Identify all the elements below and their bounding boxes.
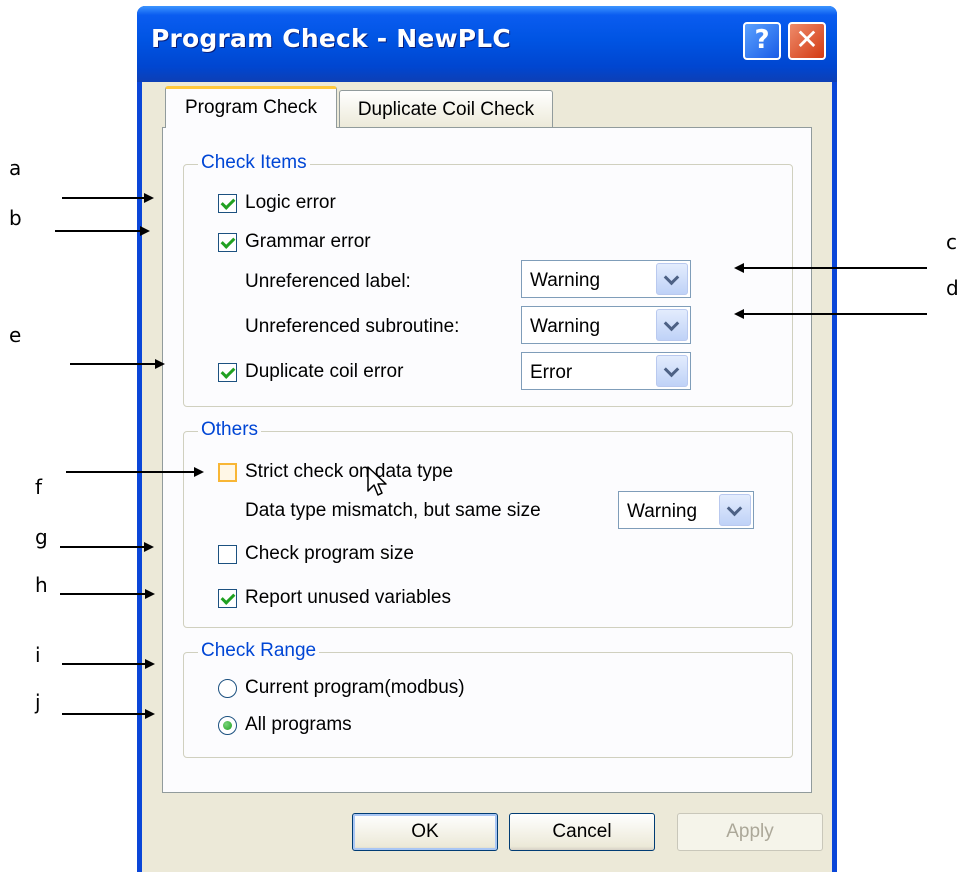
- annotation-letter-f: f: [35, 475, 43, 499]
- cancel-button[interactable]: Cancel: [509, 813, 655, 851]
- group-others: Others Strict check on data type Data ty…: [183, 419, 793, 628]
- duplicate-coil-error-select[interactable]: Error: [521, 352, 691, 390]
- annotation-arrow-g: [60, 546, 144, 548]
- current-program-radio[interactable]: [218, 679, 237, 698]
- annotation-letter-h: h: [35, 573, 48, 597]
- annotation-arrowhead-j: [145, 709, 155, 719]
- annotation-arrowhead-h: [145, 589, 155, 599]
- check-program-size-label: Check program size: [245, 543, 414, 564]
- annotation-letter-i: i: [35, 643, 41, 667]
- annotation-arrow-b: [55, 230, 140, 232]
- unreferenced-label-label: Unreferenced label:: [245, 271, 411, 292]
- data-type-mismatch-select[interactable]: Warning: [618, 491, 754, 529]
- annotation-arrowhead-i: [145, 659, 155, 669]
- all-programs-radio[interactable]: [218, 716, 237, 735]
- unreferenced-subroutine-value: Warning: [530, 316, 601, 337]
- annotation-letter-b: b: [9, 206, 22, 230]
- logic-error-checkbox[interactable]: [218, 194, 237, 213]
- mouse-pointer-icon: [367, 466, 387, 496]
- report-unused-variables-label: Report unused variables: [245, 587, 451, 608]
- group-title-others: Others: [198, 419, 262, 441]
- annotation-arrow-j: [62, 713, 145, 715]
- group-title-check-range: Check Range: [198, 640, 320, 662]
- tab-panel-program-check: Check Items Logic error Grammar error Un…: [162, 127, 812, 793]
- annotation-letter-a: a: [9, 156, 22, 180]
- annotation-arrow-e: [70, 363, 155, 365]
- unreferenced-label-select[interactable]: Warning: [521, 260, 691, 298]
- all-programs-label: All programs: [245, 714, 352, 735]
- duplicate-coil-error-label: Duplicate coil error: [245, 361, 404, 382]
- strict-check-label: Strict check on data type: [245, 461, 454, 482]
- annotation-arrow-i: [62, 663, 145, 665]
- dialog-client-area: Program Check Duplicate Coil Check Check…: [142, 82, 832, 872]
- annotation-arrowhead-c: [734, 263, 744, 273]
- annotation-arrow-c: [744, 267, 927, 269]
- close-button[interactable]: ✕: [788, 22, 826, 60]
- unreferenced-subroutine-select[interactable]: Warning: [521, 306, 691, 344]
- grammar-error-label: Grammar error: [245, 231, 371, 252]
- logic-error-label: Logic error: [245, 192, 336, 213]
- current-program-label: Current program(modbus): [245, 677, 465, 698]
- tab-duplicate-coil-check[interactable]: Duplicate Coil Check: [339, 90, 553, 128]
- close-icon: ✕: [795, 23, 819, 56]
- group-check-range: Check Range Current program(modbus) All …: [183, 640, 793, 758]
- report-unused-variables-checkbox[interactable]: [218, 589, 237, 608]
- data-type-mismatch-value: Warning: [627, 501, 698, 522]
- annotation-arrow-d: [744, 313, 927, 315]
- group-title-check-items: Check Items: [198, 152, 310, 174]
- ok-button[interactable]: OK: [352, 813, 498, 851]
- unreferenced-subroutine-label: Unreferenced subroutine:: [245, 316, 460, 337]
- annotation-letter-c: c: [946, 230, 957, 254]
- annotation-letter-j: j: [35, 690, 41, 714]
- chevron-down-icon[interactable]: [656, 309, 688, 341]
- annotation-arrow-f: [66, 471, 194, 473]
- group-check-items: Check Items Logic error Grammar error Un…: [183, 152, 793, 407]
- window-title: Program Check - NewPLC: [151, 24, 511, 53]
- annotation-arrowhead-d: [734, 309, 744, 319]
- help-button[interactable]: ?: [743, 22, 781, 60]
- strict-check-checkbox[interactable]: [218, 463, 237, 482]
- help-icon: ?: [754, 25, 770, 55]
- duplicate-coil-error-value: Error: [530, 362, 573, 383]
- annotation-letter-e: e: [9, 323, 22, 347]
- chevron-down-icon[interactable]: [719, 494, 751, 526]
- grammar-error-checkbox[interactable]: [218, 233, 237, 252]
- annotation-arrowhead-b: [140, 226, 150, 236]
- unreferenced-label-value: Warning: [530, 270, 601, 291]
- title-bar[interactable]: Program Check - NewPLC ? ✕: [137, 6, 837, 82]
- annotation-arrow-a: [62, 197, 144, 199]
- duplicate-coil-error-checkbox[interactable]: [218, 363, 237, 382]
- annotation-letter-g: g: [35, 525, 48, 549]
- apply-button[interactable]: Apply: [677, 813, 823, 851]
- chevron-down-icon[interactable]: [656, 263, 688, 295]
- annotation-arrowhead-a: [144, 193, 154, 203]
- program-check-dialog: Program Check - NewPLC ? ✕ Program Check…: [137, 6, 837, 872]
- annotation-arrow-h: [60, 593, 145, 595]
- annotation-arrowhead-e: [155, 359, 165, 369]
- data-type-mismatch-label: Data type mismatch, but same size: [245, 500, 541, 521]
- chevron-down-icon[interactable]: [656, 355, 688, 387]
- tab-program-check[interactable]: Program Check: [165, 86, 337, 128]
- annotation-letter-d: d: [946, 276, 959, 300]
- annotation-arrowhead-f: [194, 467, 204, 477]
- check-program-size-checkbox[interactable]: [218, 545, 237, 564]
- annotation-arrowhead-g: [144, 542, 154, 552]
